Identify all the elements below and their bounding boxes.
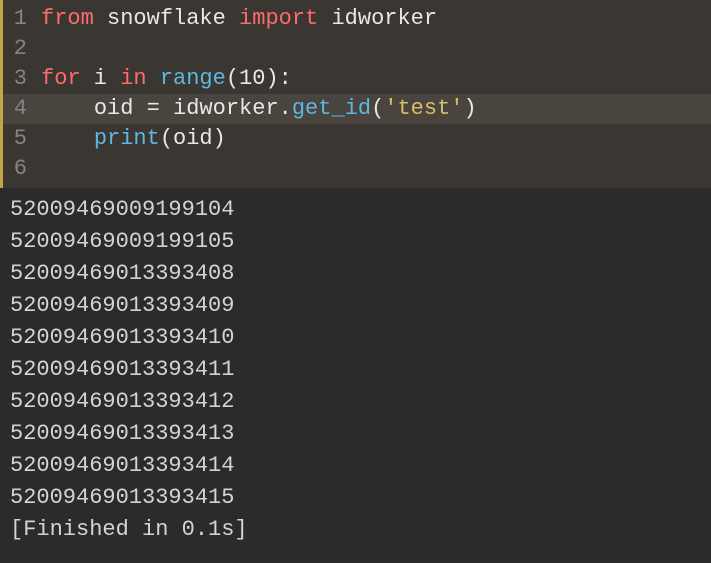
output-line: 52009469013393411 xyxy=(10,354,701,386)
output-line: 52009469013393412 xyxy=(10,386,701,418)
code-line[interactable]: 5 print(oid) xyxy=(3,124,711,154)
code-line[interactable]: 3 for i in range(10): xyxy=(3,64,711,94)
output-line: 52009469009199104 xyxy=(10,194,701,226)
code-content: from snowflake import idworker xyxy=(41,4,437,34)
line-number: 1 xyxy=(3,4,41,34)
line-number: 3 xyxy=(3,64,41,94)
code-line[interactable]: 2 xyxy=(3,34,711,64)
output-line: 52009469009199105 xyxy=(10,226,701,258)
code-line[interactable]: 1 from snowflake import idworker xyxy=(3,4,711,34)
output-line: 52009469013393408 xyxy=(10,258,701,290)
output-line: 52009469013393413 xyxy=(10,418,701,450)
line-number: 4 xyxy=(3,94,41,124)
output-line: 52009469013393415 xyxy=(10,482,701,514)
code-line[interactable]: 6 xyxy=(3,154,711,184)
output-line: 52009469013393414 xyxy=(10,450,701,482)
code-editor[interactable]: 1 from snowflake import idworker 2 3 for… xyxy=(0,0,711,188)
output-panel[interactable]: 52009469009199104 52009469009199105 5200… xyxy=(0,188,711,552)
code-line[interactable]: 4 oid = idworker.get_id('test') xyxy=(3,94,711,124)
code-content: print(oid) xyxy=(41,124,226,154)
line-number: 6 xyxy=(3,154,41,184)
output-line: 52009469013393409 xyxy=(10,290,701,322)
code-content: oid = idworker.get_id('test') xyxy=(41,94,477,124)
build-status: [Finished in 0.1s] xyxy=(10,514,701,546)
output-line: 52009469013393410 xyxy=(10,322,701,354)
line-number: 5 xyxy=(3,124,41,154)
code-content: for i in range(10): xyxy=(41,64,292,94)
line-number: 2 xyxy=(3,34,41,64)
